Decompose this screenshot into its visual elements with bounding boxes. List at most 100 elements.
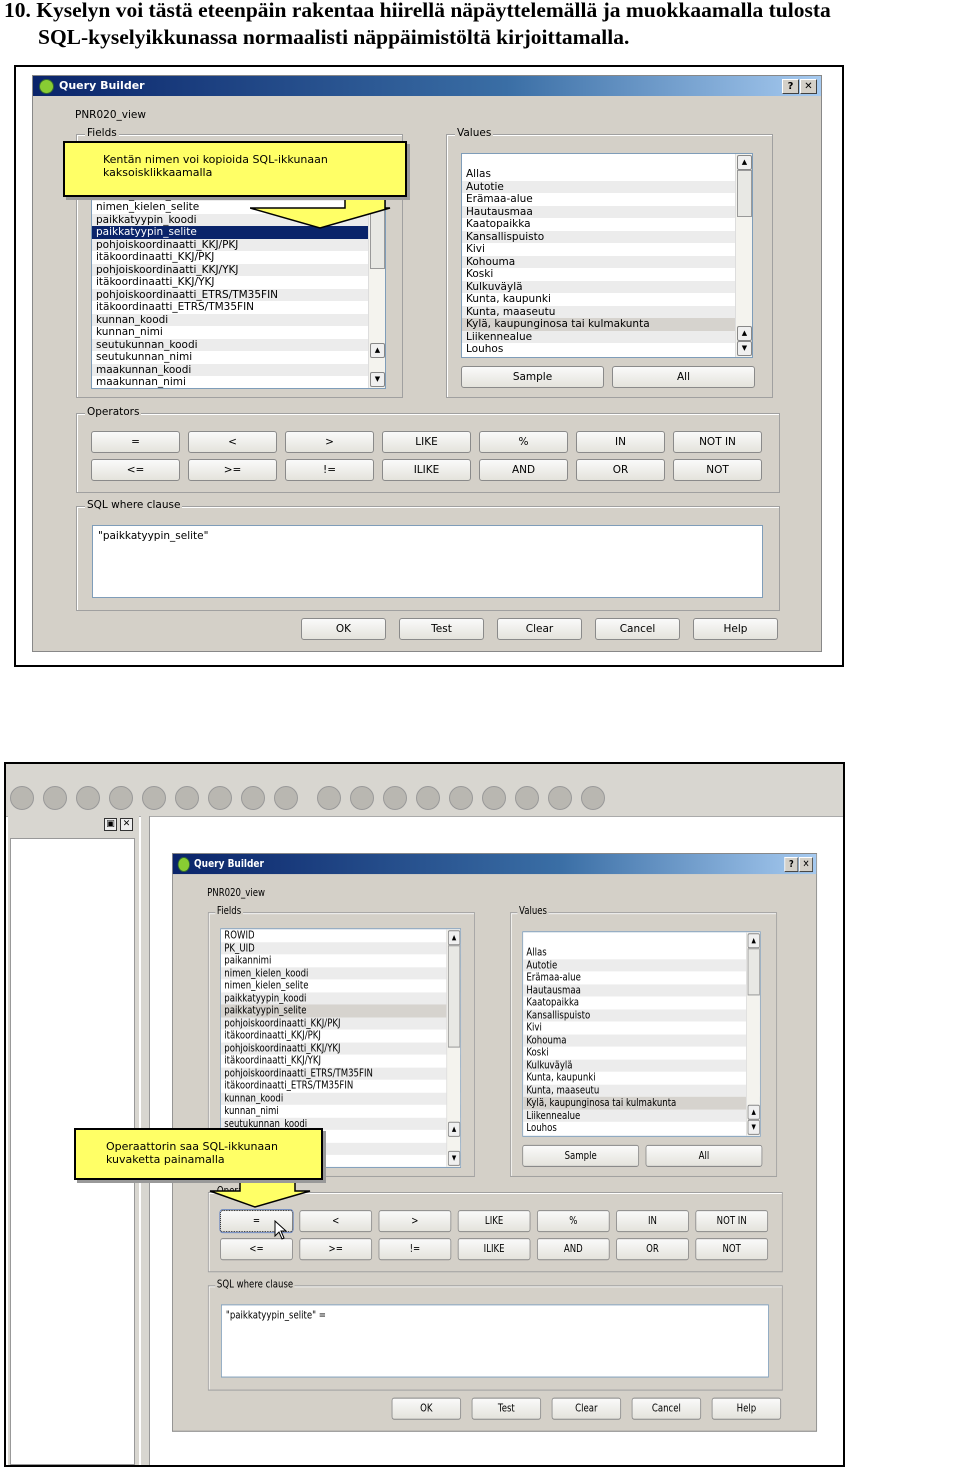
field-item[interactable]: pohjoiskoordinaatti_KKJ/PKJ [220,1016,461,1030]
measure-icon[interactable] [449,786,473,810]
delete-part-icon[interactable] [109,786,133,810]
operator-button[interactable]: != [378,1238,452,1261]
values-scrollbar[interactable]: ▲ ▲ ▼ [735,154,752,357]
operator-button[interactable]: LIKE [382,431,471,453]
ring-tool-icon[interactable] [43,786,67,810]
value-item[interactable]: Kunta, kaupunki [462,293,752,306]
close-title-button[interactable]: ✕ [800,79,817,94]
sql-where-textarea[interactable]: "paikkatyypin_selite" [92,525,763,598]
operator-button[interactable]: > [378,1210,452,1233]
operator-button[interactable]: AND [536,1238,610,1261]
values-list[interactable]: Allas Autotie Erämaa-alue Hautausmaa Kaatopa… [461,153,753,358]
operator-button[interactable]: NOT [695,1238,769,1261]
field-item[interactable]: PK_UID [220,941,461,955]
polygon-tool-icon[interactable] [10,786,34,810]
scroll-down-icon[interactable]: ▼ [737,341,752,356]
field-item[interactable]: maakunnan_koodi [92,363,385,376]
value-item[interactable]: Louhos [462,343,752,356]
home-icon[interactable] [515,786,539,810]
help-title-button[interactable]: ? [782,79,799,94]
attribute-table-icon[interactable] [416,786,440,810]
delete-ring-icon[interactable] [76,786,100,810]
sql-where-textarea[interactable]: "paikkatyypin_selite" = [220,1304,769,1378]
value-item[interactable]: Kansallispuisto [523,1008,760,1022]
value-item[interactable]: Koski [462,268,752,281]
ok-button[interactable]: OK [391,1397,462,1420]
value-item[interactable]: Kunta, kaupunki [523,1072,760,1085]
operator-button[interactable]: LIKE [457,1210,531,1233]
value-item[interactable]: Kansallispuisto [462,230,752,243]
operator-button[interactable]: <= [91,459,180,481]
value-item[interactable]: Louhos [523,1122,760,1135]
field-item[interactable]: pohjoiskoordinaatti_ETRS/TM35FIN [92,288,385,301]
close-title-button[interactable]: ✕ [799,857,813,873]
value-item[interactable]: Kylä, kaupunginosa tai kulmakunta [523,1096,760,1110]
field-item[interactable]: pohjoiskoordinaatti_KKJ/YKJ [220,1042,461,1055]
field-item[interactable]: itäkoordinaatti_ETRS/TM35FIN [221,1080,460,1093]
clear-button[interactable]: Clear [551,1397,622,1420]
cancel-button[interactable]: Cancel [595,618,680,640]
operator-button[interactable]: = [91,431,180,453]
value-item[interactable]: Kivi [462,243,752,256]
operator-button[interactable]: > [285,431,374,453]
field-item[interactable]: pohjoiskoordinaatti_KKJ/PKJ [92,238,385,251]
help-button[interactable]: Help [711,1397,782,1420]
identify-icon[interactable] [317,786,341,810]
sample-button[interactable]: Sample [522,1144,640,1167]
all-button[interactable]: All [645,1144,763,1167]
scroll-down-icon[interactable]: ▼ [447,1150,461,1166]
merge-icon[interactable] [208,786,232,810]
select-icon[interactable] [350,786,374,810]
value-item[interactable]: Kulkuväylä [462,280,752,293]
field-item[interactable]: maakunnan_nimi [92,376,385,388]
field-item[interactable]: nimen_kielen_koodi [220,966,461,980]
operator-button[interactable]: >= [299,1238,373,1261]
scroll-up-icon[interactable]: ▲ [370,343,385,358]
value-item[interactable]: Erämaa-alue [462,193,752,206]
value-item[interactable]: Kunta, maaseutu [462,305,752,318]
field-item[interactable]: ROWID [221,929,460,942]
scroll-down-icon[interactable]: ▼ [370,372,385,387]
scroll-up-icon[interactable]: ▲ [447,1121,461,1137]
operator-button[interactable]: OR [576,459,665,481]
operator-button[interactable]: % [479,431,568,453]
scroll-down-icon[interactable]: ▼ [747,1119,760,1135]
field-item[interactable]: paikkatyypin_koodi [220,991,461,1005]
values-list[interactable]: Allas Autotie Erämaa-alue Hautausmaa Kaatopa… [522,931,761,1137]
annotation-icon[interactable] [482,786,506,810]
value-item[interactable]: Kunta, maaseutu [523,1084,760,1097]
value-item[interactable]: Liikennealue [462,330,752,343]
value-item[interactable]: Hautausmaa [523,983,760,997]
operator-button[interactable]: AND [479,459,568,481]
value-item[interactable]: Kivi [523,1022,760,1035]
field-item[interactable]: itäkoordinaatti_KKJ/YKJ [221,1055,460,1068]
field-item[interactable]: paikkatyypin_selite [220,1004,461,1017]
merge-attributes-icon[interactable] [241,786,265,810]
field-item[interactable]: kunnan_koodi [92,313,385,326]
value-item[interactable]: Erämaa-alue [523,971,760,984]
scroll-up-icon[interactable]: ▲ [747,1104,760,1120]
value-item[interactable]: Liikennealue [523,1109,760,1122]
close-panel-icon[interactable]: ✕ [120,818,133,831]
operator-button[interactable]: IN [616,1210,689,1233]
value-item[interactable]: Kohouma [523,1034,760,1047]
value-item[interactable]: Hautausmaa [462,205,752,218]
operator-button[interactable]: NOT IN [673,431,762,453]
scroll-up-icon[interactable]: ▲ [447,930,461,946]
value-item[interactable]: Kylä, kaupunginosa tai kulmakunta [462,318,752,331]
operator-button[interactable]: OR [616,1238,689,1261]
value-item[interactable]: Autotie [462,180,752,193]
scroll-up-icon[interactable]: ▲ [747,933,760,949]
scroll-thumb[interactable] [737,170,752,217]
node-tool-icon[interactable] [142,786,166,810]
value-item[interactable]: Kaatopaikka [523,996,760,1009]
operator-button[interactable]: != [285,459,374,481]
value-item[interactable]: Allas [462,168,752,181]
operator-button[interactable]: >= [188,459,277,481]
field-item[interactable]: nimen_kielen_selite [221,979,460,992]
ok-button[interactable]: OK [301,618,386,640]
split-tool-icon[interactable] [175,786,199,810]
field-item[interactable]: pohjoiskoordinaatti_ETRS/TM35FIN [220,1067,461,1080]
field-item[interactable]: seutukunnan_nimi [92,351,385,364]
value-item[interactable]: Koski [523,1047,760,1060]
